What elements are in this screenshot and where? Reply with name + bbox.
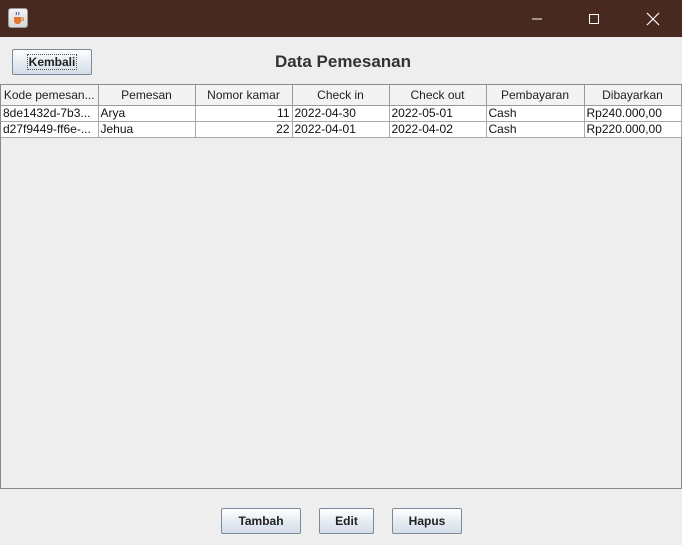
back-button[interactable]: Kembali: [12, 49, 92, 75]
cell-dibayarkan[interactable]: Rp220.000,00: [584, 121, 682, 138]
column-header-pembayaran[interactable]: Pembayaran: [486, 85, 585, 106]
column-header-dibayarkan[interactable]: Dibayarkan: [584, 85, 682, 106]
column-header-nomor-kamar[interactable]: Nomor kamar: [195, 85, 293, 106]
maximize-icon: [589, 13, 599, 24]
close-icon: [646, 12, 660, 25]
cell-check-in[interactable]: 2022-04-01: [292, 121, 390, 138]
cell-check-in[interactable]: 2022-04-30: [292, 105, 390, 122]
minimize-icon: [532, 18, 542, 19]
edit-button[interactable]: Edit: [319, 508, 374, 534]
cell-check-out[interactable]: 2022-05-01: [389, 105, 487, 122]
cell-nomor-kamar[interactable]: 22: [195, 121, 293, 138]
column-header-check-out[interactable]: Check out: [389, 85, 487, 106]
column-header-kode[interactable]: Kode pemesan...: [1, 85, 99, 106]
delete-button[interactable]: Hapus: [392, 508, 462, 534]
title-bar: [0, 0, 682, 37]
main-content: Kembali Data Pemesanan Kode pemesan... P…: [0, 37, 682, 545]
minimize-button[interactable]: [514, 0, 560, 37]
table-header-row: Kode pemesan... Pemesan Nomor kamar Chec…: [1, 85, 682, 106]
page-title: Data Pemesanan: [274, 52, 412, 71]
cell-kode[interactable]: d27f9449-ff6e-...: [1, 121, 99, 138]
back-button-label: Kembali: [26, 54, 78, 70]
cell-kode[interactable]: 8de1432d-7b3...: [1, 105, 99, 122]
cell-dibayarkan[interactable]: Rp240.000,00: [584, 105, 682, 122]
cell-pembayaran[interactable]: Cash: [486, 105, 585, 122]
column-header-pemesan[interactable]: Pemesan: [98, 85, 196, 106]
maximize-button[interactable]: [571, 0, 617, 37]
close-button[interactable]: [630, 0, 676, 37]
bookings-table[interactable]: Kode pemesan... Pemesan Nomor kamar Chec…: [0, 84, 682, 489]
cell-check-out[interactable]: 2022-04-02: [389, 121, 487, 138]
cell-pemesan[interactable]: Jehua: [98, 121, 196, 138]
add-button[interactable]: Tambah: [221, 508, 301, 534]
cell-pembayaran[interactable]: Cash: [486, 121, 585, 138]
column-header-check-in[interactable]: Check in: [292, 85, 390, 106]
cell-pemesan[interactable]: Arya: [98, 105, 196, 122]
table-row[interactable]: 8de1432d-7b3... Arya 11 2022-04-30 2022-…: [1, 105, 682, 122]
java-cup-icon: [8, 8, 28, 28]
table-row[interactable]: d27f9449-ff6e-... Jehua 22 2022-04-01 20…: [1, 121, 682, 138]
cell-nomor-kamar[interactable]: 11: [195, 105, 293, 122]
